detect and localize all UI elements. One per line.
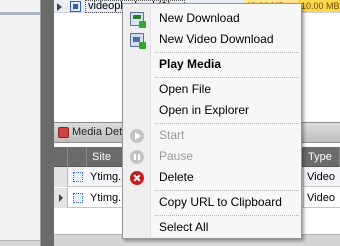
column-header-type[interactable]: Type — [303, 147, 340, 167]
menu-item-label: Delete — [159, 170, 194, 184]
new-video-download-icon — [130, 33, 146, 49]
column-header-icon[interactable] — [68, 147, 87, 167]
menu-item-copy-url[interactable]: Copy URL to Clipboard — [123, 192, 301, 213]
menu-item-label: New Video Download — [159, 32, 274, 46]
media-type: Video — [307, 192, 335, 204]
menu-item-new-video-download[interactable]: New Video Download — [123, 29, 301, 50]
context-menu: New Download New Video Download Play Med… — [122, 3, 302, 239]
menu-item-label: Play Media — [159, 57, 222, 71]
menu-item-label: Start — [159, 128, 185, 142]
menu-item-label: Open File — [159, 82, 212, 96]
media-detector-title: Media Dete — [72, 126, 129, 138]
column-header-indicator — [54, 147, 68, 167]
row-indicator-icon — [59, 194, 63, 202]
menu-item-open-file[interactable]: Open File — [123, 79, 301, 100]
delete-icon — [130, 171, 144, 185]
menu-item-delete[interactable]: Delete — [123, 167, 301, 188]
column-header-site[interactable]: Site — [87, 147, 123, 167]
menu-item-start[interactable]: Start — [123, 125, 301, 146]
menu-item-label: New Download — [159, 11, 240, 25]
menu-separator — [155, 123, 299, 124]
row-gutter — [54, 167, 68, 187]
new-download-icon — [130, 12, 146, 28]
media-site: Ytimg. — [90, 192, 122, 204]
menu-separator — [155, 52, 299, 53]
media-icon — [73, 172, 83, 182]
menu-item-play-media[interactable]: Play Media — [123, 54, 301, 75]
media-detector-icon — [58, 127, 69, 138]
menu-item-pause[interactable]: Pause — [123, 146, 301, 167]
left-pane — [0, 0, 41, 246]
column-divider — [303, 167, 304, 187]
menu-separator — [155, 215, 299, 216]
splitter[interactable] — [41, 0, 54, 246]
media-icon — [73, 193, 83, 203]
menu-item-open-in-explorer[interactable]: Open in Explorer — [123, 100, 301, 121]
menu-item-select-all[interactable]: Select All — [123, 217, 301, 238]
menu-item-label: Copy URL to Clipboard — [159, 195, 282, 209]
pause-icon — [130, 150, 144, 164]
downloaded-size-cell: 10.00 MB — [298, 0, 340, 12]
row-indicator-icon — [57, 3, 62, 11]
media-site: Ytimg. — [90, 171, 122, 183]
row-gutter — [54, 188, 68, 208]
menu-separator — [155, 77, 299, 78]
media-type: Video — [307, 171, 335, 183]
menu-item-label: Select All — [159, 220, 209, 234]
menu-item-label: Open in Explorer — [159, 103, 250, 117]
left-selection-bar — [0, 12, 40, 15]
menu-item-label: Pause — [159, 149, 194, 163]
column-divider — [303, 188, 304, 208]
left-bottom-bar — [0, 240, 40, 246]
play-icon — [130, 129, 144, 143]
menu-separator — [155, 190, 299, 191]
file-icon — [70, 1, 81, 12]
menu-item-new-download[interactable]: New Download — [123, 8, 301, 29]
